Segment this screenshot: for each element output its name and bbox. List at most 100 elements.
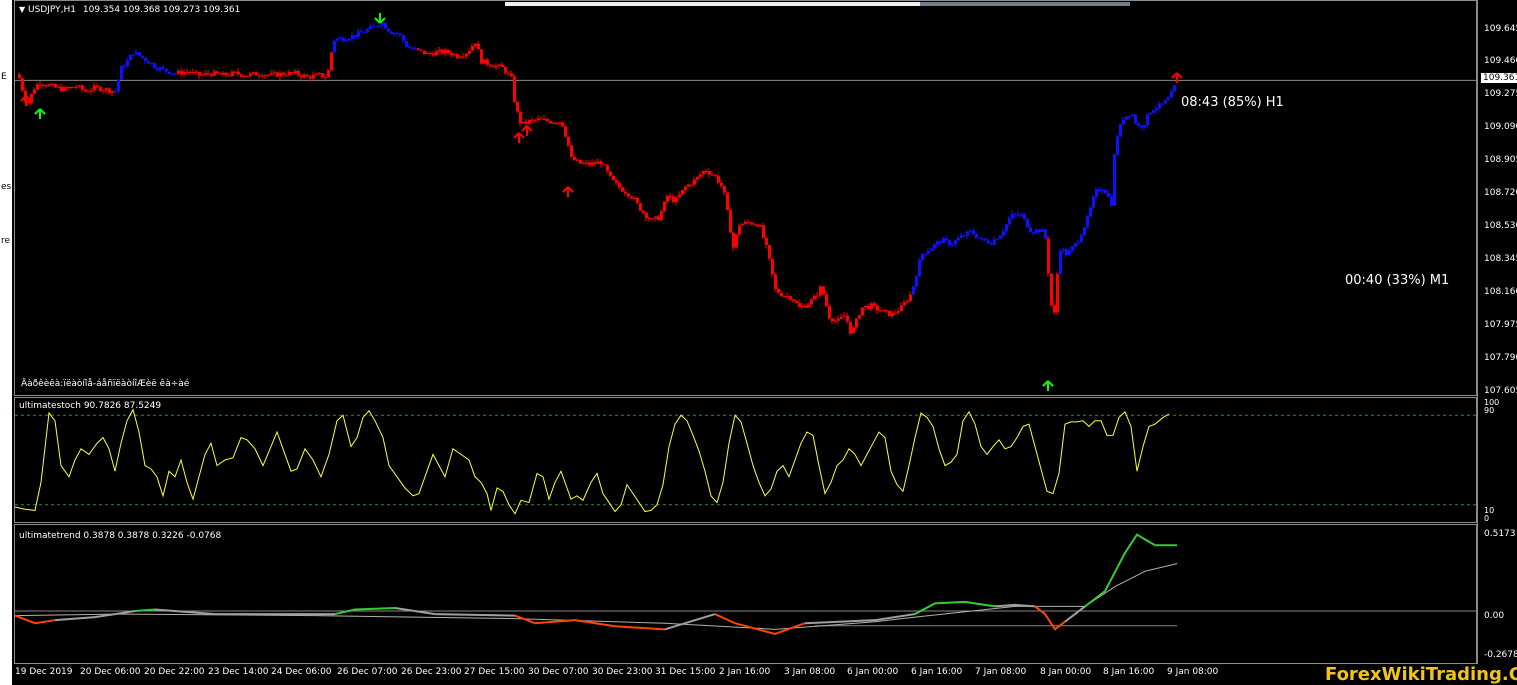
trend-line-segment bbox=[1084, 533, 1177, 608]
candle-body bbox=[330, 52, 333, 71]
arrow-up-icon bbox=[1171, 72, 1183, 83]
candle-body bbox=[354, 35, 357, 37]
time-axis-label: 8 Jan 16:00 bbox=[1103, 667, 1155, 677]
candle-body bbox=[660, 211, 663, 220]
candle-body bbox=[1056, 274, 1059, 313]
price-tick: 107.605 bbox=[1484, 386, 1517, 396]
time-axis-label: 6 Jan 16:00 bbox=[911, 667, 963, 677]
candle-body bbox=[897, 311, 900, 313]
candle-body bbox=[1089, 207, 1092, 217]
candle-body bbox=[852, 327, 855, 334]
candle-body bbox=[261, 75, 264, 77]
stoch-pane[interactable]: ultimatestoch 90.7826 87.5249 bbox=[14, 397, 1478, 523]
candle-body bbox=[507, 72, 510, 74]
candle-body bbox=[144, 57, 147, 62]
candle-body bbox=[984, 238, 987, 241]
chart-area[interactable]: ▼ USDJPY,H1 109.354 109.368 109.273 109.… bbox=[14, 0, 1478, 664]
candle-body bbox=[285, 74, 288, 76]
candle-body bbox=[744, 221, 747, 224]
candle-body bbox=[1104, 189, 1107, 194]
candle-body bbox=[813, 295, 816, 300]
price-axis[interactable]: 109.645 109.460 109.361 109.275 109.090 … bbox=[1477, 0, 1517, 664]
candle-body bbox=[66, 87, 69, 89]
candle-body bbox=[786, 296, 789, 298]
trend-pane[interactable]: ultimatetrend 0.3878 0.3878 0.3226 -0.07… bbox=[14, 524, 1478, 664]
candle-body bbox=[1074, 243, 1077, 247]
m1-timer: 00:40 (33%) M1 bbox=[1345, 273, 1450, 288]
price-tick: 108.720 bbox=[1484, 188, 1517, 198]
candle-body bbox=[1023, 214, 1026, 219]
triangle-down-icon[interactable]: ▼ bbox=[19, 5, 25, 14]
candle-body bbox=[219, 73, 222, 75]
chart-scrollbar[interactable] bbox=[505, 2, 1130, 6]
candle-body bbox=[111, 91, 114, 93]
candle-body bbox=[429, 52, 432, 54]
candle-body bbox=[33, 89, 36, 94]
stoch-chart-svg bbox=[15, 408, 1478, 515]
candle-body bbox=[231, 71, 234, 76]
trend-line-segment bbox=[714, 613, 806, 635]
candle-body bbox=[411, 47, 414, 49]
candle-body bbox=[717, 175, 720, 183]
candle-body bbox=[210, 74, 213, 76]
candle-body bbox=[987, 240, 990, 244]
candle-body bbox=[1083, 227, 1086, 236]
time-axis-label: 2 Jan 16:00 bbox=[719, 667, 771, 677]
candle-body bbox=[168, 71, 171, 74]
candle-body bbox=[834, 320, 837, 322]
candle-body bbox=[549, 121, 552, 124]
candle-body bbox=[396, 33, 399, 35]
candle-body bbox=[570, 145, 573, 157]
candle-body bbox=[384, 22, 387, 29]
stoch-tick: 90 bbox=[1484, 406, 1495, 415]
candle-body bbox=[30, 93, 33, 104]
candle-body bbox=[441, 49, 444, 54]
candle-body bbox=[567, 136, 570, 146]
candle-body bbox=[951, 244, 954, 246]
candle-body bbox=[57, 86, 60, 88]
candle-body bbox=[858, 315, 861, 319]
candle-body bbox=[873, 303, 876, 306]
candle-body bbox=[147, 61, 150, 64]
candle-body bbox=[579, 159, 582, 164]
candle-body bbox=[1137, 123, 1140, 126]
trend-signal-line bbox=[15, 563, 1178, 630]
candle-body bbox=[1146, 114, 1149, 126]
candle-body bbox=[849, 321, 852, 334]
candle-body bbox=[312, 74, 315, 79]
candle-body bbox=[279, 72, 282, 77]
candle-body bbox=[945, 238, 948, 241]
candle-body bbox=[921, 253, 924, 261]
price-chart-svg bbox=[15, 13, 1478, 391]
candle-body bbox=[480, 49, 483, 64]
price-pane[interactable]: ▼ USDJPY,H1 109.354 109.368 109.273 109.… bbox=[14, 0, 1478, 396]
candle-body bbox=[375, 25, 378, 27]
candle-body bbox=[369, 26, 372, 30]
candle-body bbox=[531, 119, 534, 121]
candle-body bbox=[759, 225, 762, 227]
caption-text: Äàðêèêà:ïëàòíîå-áåñïëàòíîÆèë êà÷àé bbox=[21, 379, 190, 389]
candle-body bbox=[555, 122, 558, 124]
candle-body bbox=[105, 88, 108, 91]
candle-body bbox=[726, 192, 729, 210]
candle-body bbox=[87, 91, 90, 93]
candle-body bbox=[633, 197, 636, 199]
candle-body bbox=[159, 67, 162, 70]
candle-body bbox=[906, 301, 909, 303]
scrollbar-thumb[interactable] bbox=[505, 2, 920, 6]
arrow-down-icon bbox=[374, 13, 386, 24]
candle-body bbox=[270, 73, 273, 75]
candle-body bbox=[972, 230, 975, 234]
candle-body bbox=[78, 85, 81, 87]
candle-body bbox=[60, 86, 63, 91]
candle-body bbox=[234, 71, 237, 73]
trend-line-segment bbox=[394, 606, 516, 617]
candle-body bbox=[615, 180, 618, 183]
stoch-tick: 0 bbox=[1484, 514, 1490, 523]
candle-body bbox=[582, 163, 585, 165]
candle-body bbox=[747, 221, 750, 223]
candle-body bbox=[657, 216, 660, 220]
candle-body bbox=[387, 28, 390, 32]
candle-body bbox=[609, 171, 612, 176]
candle-body bbox=[84, 89, 87, 92]
